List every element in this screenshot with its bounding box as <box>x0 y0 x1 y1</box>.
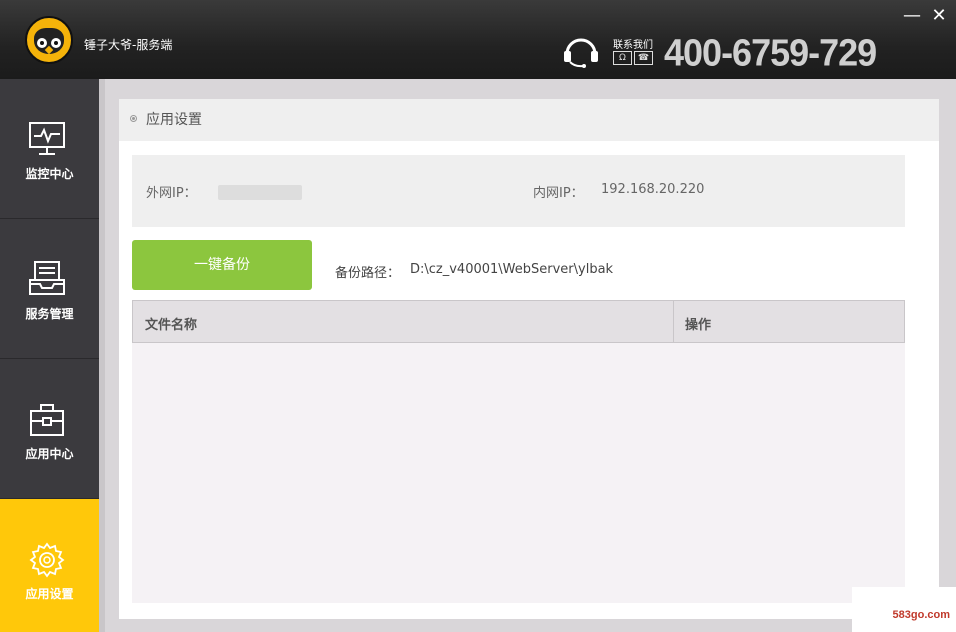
hotline-number: 400-6759-729 <box>664 30 877 74</box>
external-ip-label: 外网IP： <box>146 186 197 201</box>
backup-path-value: D:\cz_v40001\WebServer\ylbak <box>410 262 614 277</box>
one-click-backup-button[interactable]: 一键备份 <box>132 240 312 290</box>
inbox-tray-icon <box>29 261 65 295</box>
monitor-icon <box>29 122 65 155</box>
internal-ip-label: 内网IP： <box>533 186 584 201</box>
title-bar: 锤子大爷-服务端 — ✕ 联系我们 Ω ☎ 400-6759-729 <box>0 0 956 79</box>
sidebar-divider <box>99 79 105 632</box>
ip-info-box: 外网IP： 内网IP： 192.168.20.220 <box>132 155 905 227</box>
sidebar-item-label: 监控中心 <box>25 167 74 181</box>
watermark: 583go.com <box>852 587 956 632</box>
column-header-action: 操作 <box>685 318 712 333</box>
sidebar-item-app-center[interactable]: 应用中心 <box>0 359 99 499</box>
external-ip-value-redacted <box>218 185 302 200</box>
sidebar-item-service[interactable]: 服务管理 <box>0 219 99 359</box>
column-divider <box>673 301 674 343</box>
sidebar-item-monitor[interactable]: 监控中心 <box>0 79 99 219</box>
internal-ip-value: 192.168.20.220 <box>601 182 705 197</box>
sidebar-item-label: 应用中心 <box>25 447 74 461</box>
minimize-icon[interactable]: — <box>902 6 922 26</box>
sidebar: 监控中心 服务管理 应用中心 应用设置 <box>0 79 99 632</box>
backup-path-label: 备份路径： <box>335 266 401 281</box>
bullet-icon <box>130 115 137 122</box>
phone-icon[interactable]: ☎ <box>634 51 653 65</box>
sidebar-item-label: 应用设置 <box>25 587 74 601</box>
qq-icon[interactable]: Ω <box>613 51 632 65</box>
table-header: 文件名称 操作 <box>132 300 905 343</box>
panel-header: 应用设置 <box>119 99 939 141</box>
settings-panel: 应用设置 外网IP： 内网IP： 192.168.20.220 一键备份 备份路… <box>119 99 939 619</box>
close-icon[interactable]: ✕ <box>929 6 949 26</box>
panel-title: 应用设置 <box>146 112 202 128</box>
sidebar-item-label: 服务管理 <box>25 307 74 321</box>
app-title: 锤子大爷-服务端 <box>84 38 173 52</box>
column-header-filename: 文件名称 <box>145 318 198 333</box>
watermark-text: 583go.com <box>892 609 950 621</box>
headset-icon <box>564 38 598 68</box>
backup-files-table: 文件名称 操作 <box>132 300 905 603</box>
gear-icon <box>29 542 65 578</box>
briefcase-icon <box>30 404 64 436</box>
sidebar-item-app-settings[interactable]: 应用设置 <box>0 499 99 632</box>
app-logo <box>25 16 73 64</box>
contact-label: 联系我们 <box>613 40 653 51</box>
